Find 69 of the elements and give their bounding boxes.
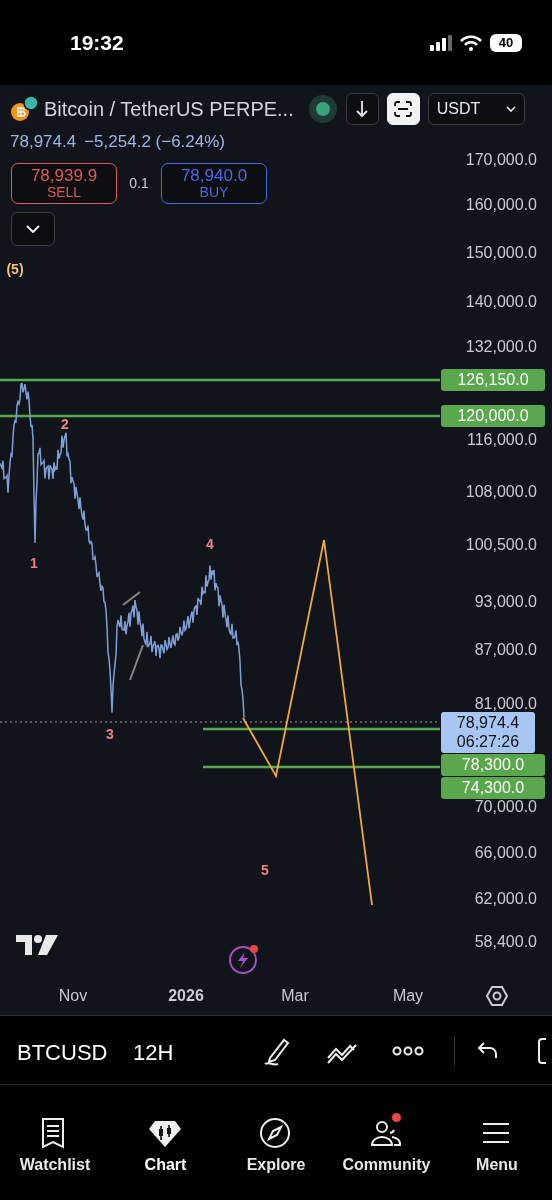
axis-label: 58,400.0: [474, 932, 537, 952]
price-value: 78,974.4: [456, 714, 520, 733]
signal-icon: [430, 34, 452, 51]
wifi-icon: [460, 34, 482, 51]
tab[interactable]: Explore: [221, 1095, 331, 1199]
axis-label: 62,000.0: [474, 889, 537, 909]
axis-label: Mar: [281, 986, 309, 1006]
price-tag: 126,150.0: [441, 369, 545, 391]
screenshot-button[interactable]: [386, 93, 420, 125]
symbol-title[interactable]: Bitcoin / TetherUS PERPE...: [44, 94, 294, 124]
fullscreen-icon[interactable]: [536, 1036, 548, 1066]
axis-label: 108,000.0: [465, 482, 537, 502]
settings-icon[interactable]: [486, 985, 508, 1007]
axis-label: Nov: [58, 986, 88, 1006]
axis-label: 100,500.0: [465, 535, 537, 555]
logo-icon: [16, 935, 58, 957]
axis-label: 81,000.0: [474, 694, 537, 714]
trend-line[interactable]: [122, 591, 141, 606]
wave-label: 1: [30, 553, 38, 573]
sell-button[interactable]: 78,939.9 SELL: [11, 162, 117, 204]
tab[interactable]: Chart: [110, 1095, 221, 1199]
wave-label: (5): [6, 259, 24, 279]
arrow-down-icon: [355, 100, 370, 118]
axis-label: 160,000.0: [465, 195, 537, 215]
projection-line[interactable]: [242, 539, 373, 906]
coin-icon: [10, 95, 40, 123]
price-change: −5,254.2 (−6.24%): [84, 131, 225, 153]
axis-label: 140,000.0: [465, 292, 537, 312]
axis-label: 93,000.0: [474, 592, 537, 612]
price-tag: 74,300.0: [441, 777, 545, 799]
spread: 0.1: [128, 173, 150, 193]
axis-label: 116,000.0: [467, 430, 537, 450]
price-tag: 78,300.0: [441, 754, 545, 776]
download-button[interactable]: [345, 93, 379, 125]
tab[interactable]: Menu: [442, 1095, 552, 1199]
caret-icon: [505, 106, 516, 112]
tab[interactable]: Watchlist: [0, 1095, 110, 1199]
level-line[interactable]: [0, 414, 440, 418]
symbol-selector[interactable]: BTCUSD: [17, 1036, 108, 1069]
axis-label: 66,000.0: [474, 843, 537, 863]
axis-label: 70,000.0: [474, 797, 537, 817]
currency-dropdown[interactable]: USDT: [427, 93, 525, 125]
level-line[interactable]: [203, 765, 440, 769]
axis-label: May: [392, 986, 424, 1006]
wave-label: 4: [206, 534, 214, 554]
clock: 19:32: [70, 29, 124, 56]
axis-label: 132,000.0: [465, 337, 537, 357]
status-dot: [307, 94, 338, 124]
wave-label: 2: [61, 414, 69, 434]
frame-icon: [394, 101, 413, 117]
tab[interactable]: Community: [331, 1095, 442, 1199]
price-tag: 120,000.0: [441, 405, 545, 427]
axis-label: 170,000.0: [465, 150, 537, 170]
wave-label: 5: [261, 860, 269, 880]
trend-line[interactable]: [129, 644, 144, 681]
level-line[interactable]: [203, 727, 440, 731]
wave-label: 3: [106, 724, 114, 744]
chevron-down-icon: [26, 224, 40, 233]
compass-icon: [259, 1117, 293, 1149]
countdown: 06:27:26: [456, 732, 520, 751]
battery: 40: [490, 33, 522, 52]
level-line[interactable]: [0, 378, 440, 382]
price-value: 78,974.4: [10, 131, 77, 153]
interval-selector[interactable]: 12H: [133, 1036, 174, 1069]
expand-button[interactable]: [11, 211, 55, 246]
axis-label: 2026: [168, 986, 204, 1006]
axis-label: 150,000.0: [465, 243, 537, 263]
buy-button[interactable]: 78,940.0 BUY: [161, 162, 267, 204]
axis-label: 87,000.0: [474, 640, 537, 660]
